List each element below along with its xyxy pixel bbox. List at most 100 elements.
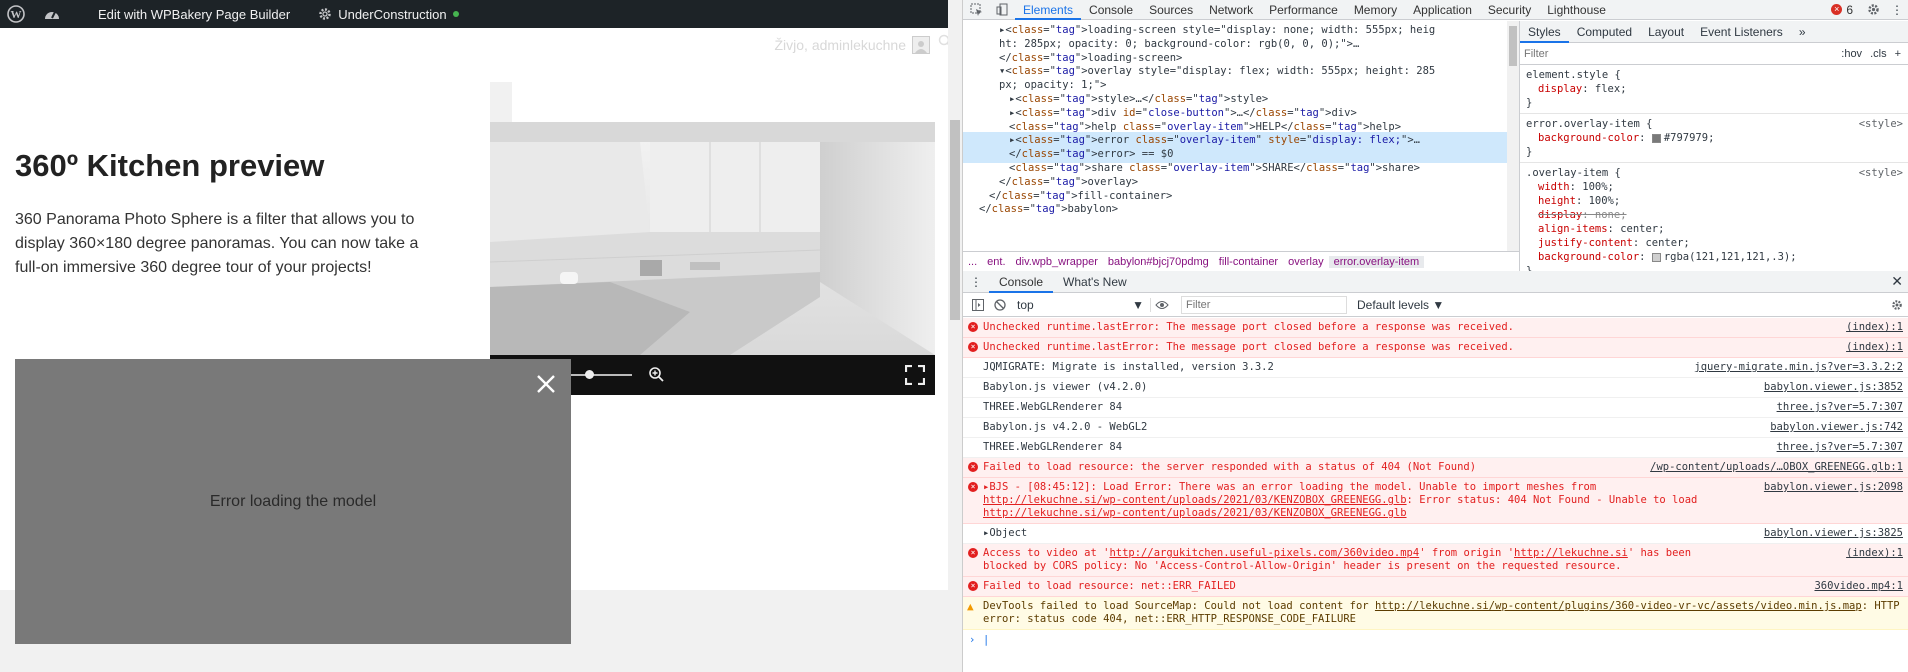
console-settings-gear-icon[interactable] — [1885, 299, 1908, 311]
context-selector[interactable]: top ▼ — [1011, 297, 1151, 312]
user-menu[interactable]: Živjo, adminlekuchne — [774, 36, 930, 54]
console-message[interactable]: JQMIGRATE: Migrate is installed, version… — [963, 358, 1908, 378]
tab-application[interactable]: Application — [1405, 0, 1480, 20]
styles-toolbar-button[interactable]: .cls — [1866, 48, 1891, 60]
tab-sources[interactable]: Sources — [1141, 0, 1201, 20]
console-source-link[interactable]: (index):1 — [1842, 341, 1903, 354]
breadcrumb-item[interactable]: overlay — [1283, 256, 1328, 268]
console-message-list[interactable]: × Unchecked runtime.lastError: The messag… — [963, 318, 1908, 672]
fullscreen-icon[interactable] — [904, 364, 926, 390]
tab-console[interactable]: Console — [1081, 0, 1141, 20]
zoom-slider[interactable] — [570, 374, 632, 376]
breadcrumb-item[interactable]: ... — [963, 256, 982, 268]
styles-tab-computed[interactable]: Computed — [1569, 21, 1640, 43]
dom-tree-scrollbar[interactable] — [1507, 21, 1519, 251]
breadcrumb-item[interactable]: error.overlay-item — [1328, 255, 1425, 268]
close-icon[interactable] — [535, 373, 557, 395]
console-source-link[interactable]: (index):1 — [1842, 321, 1903, 334]
styles-toolbar-button[interactable]: :hov — [1837, 48, 1866, 60]
css-property[interactable]: height: 100%; — [1526, 194, 1903, 208]
page-scrollbar[interactable] — [948, 0, 962, 672]
color-swatch[interactable] — [1651, 252, 1661, 262]
css-property[interactable]: align-items: center; — [1526, 222, 1903, 236]
device-toolbar-icon[interactable] — [989, 0, 1015, 20]
rule-source-link[interactable]: <style> — [1859, 117, 1903, 131]
log-levels-dropdown[interactable]: Default levels ▼ — [1357, 298, 1444, 312]
css-property[interactable]: width: 100%; — [1526, 180, 1903, 194]
console-source-link[interactable]: three.js?ver=5.7:307 — [1773, 401, 1903, 414]
wpbakery-edit-link[interactable]: Edit with WPBakery Page Builder — [72, 0, 300, 28]
console-prompt[interactable]: › | — [963, 630, 1908, 650]
more-options-icon[interactable]: ⋮ — [1885, 0, 1908, 20]
console-source-link[interactable]: babylon.viewer.js:3825 — [1760, 527, 1903, 540]
console-source-link[interactable]: babylon.viewer.js:3852 — [1760, 381, 1903, 394]
console-source-link[interactable]: babylon.viewer.js:742 — [1766, 421, 1903, 434]
console-message[interactable]: × Failed to load resource: the server res… — [963, 458, 1908, 478]
scrollbar-thumb[interactable] — [1509, 26, 1517, 66]
breadcrumb-item[interactable]: div.wpb_wrapper — [1011, 256, 1103, 268]
rule-source-link[interactable]: <style> — [1859, 166, 1903, 180]
css-rule[interactable]: .overlay-item {<style> width: 100%; height… — [1520, 163, 1908, 271]
dashboard-gauge-icon[interactable] — [32, 0, 72, 28]
styles-toolbar-button[interactable]: + — [1891, 48, 1905, 60]
css-property[interactable]: justify-content: center; — [1526, 236, 1903, 250]
console-source-link[interactable]: three.js?ver=5.7:307 — [1773, 441, 1903, 454]
elements-dom-tree[interactable]: ▸<class="tag">loading-screen style="disp… — [963, 21, 1519, 251]
color-swatch[interactable] — [1651, 133, 1661, 143]
dom-node-line[interactable]: </class="tag">babylon> — [963, 201, 1519, 218]
console-message[interactable]: × Unchecked runtime.lastError: The messag… — [963, 318, 1908, 338]
zoom-slider-handle[interactable] — [585, 370, 594, 379]
tab-memory[interactable]: Memory — [1346, 0, 1405, 20]
under-construction-link[interactable]: UnderConstruction — [300, 0, 468, 28]
tab-elements[interactable]: Elements — [1015, 0, 1082, 20]
css-property[interactable]: background-color: #797979; — [1526, 131, 1903, 145]
clear-console-icon[interactable] — [989, 298, 1011, 311]
sidebar-toggle-icon[interactable] — [967, 298, 989, 311]
console-source-link[interactable]: 360video.mp4:1 — [1810, 580, 1903, 593]
scrollbar-thumb[interactable] — [950, 120, 960, 320]
console-message[interactable]: ▲ DevTools failed to load SourceMap: Coul… — [963, 597, 1908, 630]
css-rule[interactable]: element.style {display: flex;} — [1520, 65, 1908, 114]
console-message[interactable]: × Unchecked runtime.lastError: The messag… — [963, 338, 1908, 358]
console-message[interactable]: THREE.WebGLRenderer 84 three.js?ver=5.7:3… — [963, 438, 1908, 458]
drawer-tab-what-s-new[interactable]: What's New — [1053, 271, 1137, 293]
console-source-link[interactable]: (index):1 — [1842, 547, 1903, 560]
styles-filter-input[interactable] — [1524, 47, 1838, 60]
styles-tab--[interactable]: » — [1791, 21, 1814, 43]
console-message[interactable]: × Failed to load resource: net::ERR_FAILE… — [963, 577, 1908, 597]
css-rule[interactable]: error.overlay-item {<style> background-co… — [1520, 114, 1908, 163]
tab-network[interactable]: Network — [1201, 0, 1261, 20]
console-message[interactable]: × Access to video at 'http://argukitchen.… — [963, 544, 1908, 577]
console-source-link[interactable]: /wp-content/uploads/…OBOX_GREENEGG.glb:1 — [1646, 461, 1903, 474]
console-message[interactable]: × ▸BJS - [08:45:12]: Load Error: There wa… — [963, 478, 1908, 524]
console-message[interactable]: Babylon.js viewer (v4.2.0) babylon.viewer… — [963, 378, 1908, 398]
styles-tab-event-listeners[interactable]: Event Listeners — [1692, 21, 1791, 43]
zoom-in-icon[interactable] — [648, 366, 664, 387]
css-property[interactable]: display: none; — [1526, 208, 1903, 222]
tab-lighthouse[interactable]: Lighthouse — [1539, 0, 1614, 20]
styles-tab-styles[interactable]: Styles — [1520, 21, 1569, 43]
inspect-element-icon[interactable] — [963, 0, 989, 20]
console-source-link[interactable]: babylon.viewer.js:2098 — [1759, 481, 1903, 494]
styles-tab-layout[interactable]: Layout — [1640, 21, 1692, 43]
console-message[interactable]: THREE.WebGLRenderer 84 three.js?ver=5.7:3… — [963, 398, 1908, 418]
close-icon[interactable]: ✕ — [1885, 273, 1908, 290]
wordpress-logo-icon[interactable]: W — [0, 0, 32, 28]
panorama-viewer[interactable] — [490, 82, 935, 395]
kitchen-panorama-image[interactable] — [490, 122, 935, 355]
tab-security[interactable]: Security — [1480, 0, 1539, 20]
console-source-link[interactable]: jquery-migrate.min.js?ver=3.3.2:2 — [1690, 361, 1903, 374]
settings-gear-icon[interactable] — [1861, 0, 1885, 20]
eye-icon[interactable] — [1151, 300, 1173, 310]
css-property[interactable]: display: flex; — [1526, 82, 1903, 96]
breadcrumb-item[interactable]: ent. — [982, 256, 1010, 268]
console-message[interactable]: Babylon.js v4.2.0 - WebGL2 babylon.viewer… — [963, 418, 1908, 438]
tab-performance[interactable]: Performance — [1261, 0, 1346, 20]
breadcrumb-item[interactable]: fill-container — [1214, 256, 1283, 268]
css-property[interactable]: background-color: rgba(121,121,121,.3); — [1526, 250, 1903, 264]
drawer-menu-icon[interactable]: ⋮ — [963, 272, 989, 292]
breadcrumb-item[interactable]: babylon#bjcj70pdmg — [1103, 256, 1214, 268]
console-message[interactable]: ▸Object babylon.viewer.js:3825 — [963, 524, 1908, 544]
drawer-tab-console[interactable]: Console — [989, 271, 1054, 293]
error-count-badge[interactable]: × 6 — [1823, 3, 1861, 17]
